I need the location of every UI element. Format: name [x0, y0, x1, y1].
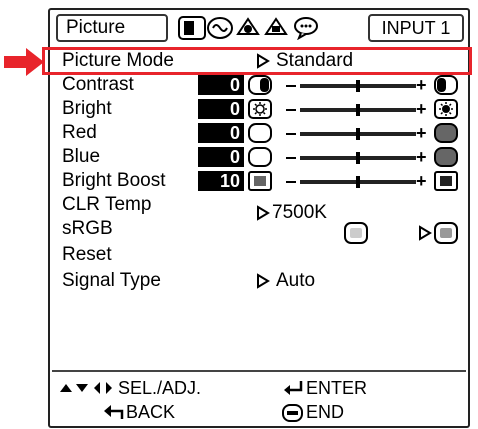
slider-plus: +	[416, 123, 427, 143]
red-slider-knob[interactable]	[356, 128, 360, 140]
input-indicator: INPUT 1	[368, 14, 464, 42]
bright-boost-value: 10	[198, 171, 244, 191]
bright-label[interactable]: Bright	[62, 98, 112, 120]
signal-type-value[interactable]: Auto	[276, 270, 315, 292]
srgb-off-option-icon[interactable]	[344, 222, 370, 244]
blue-slider-knob[interactable]	[356, 152, 360, 164]
sel-adj-hint: SEL./ADJ.	[118, 378, 202, 398]
footer-divider	[52, 370, 466, 372]
language-tab-icon[interactable]	[292, 16, 320, 40]
brightness-low-icon	[248, 99, 272, 119]
pointer-arrow-icon	[4, 48, 44, 76]
enter-icon	[284, 381, 303, 395]
slider-plus: +	[416, 147, 427, 167]
contrast-value: 0	[198, 75, 244, 95]
picture-mode-label[interactable]: Picture Mode	[62, 50, 174, 72]
brightness-high-icon	[434, 99, 458, 119]
blue-value: 0	[198, 147, 244, 167]
slider-minus	[286, 109, 296, 111]
slider-plus: +	[416, 99, 427, 119]
end-hint: END	[306, 402, 345, 422]
back-icon	[104, 405, 124, 419]
blue-label[interactable]: Blue	[62, 146, 100, 168]
slider-plus: +	[416, 171, 427, 191]
bright-boost-high-icon	[434, 171, 458, 191]
slider-minus	[286, 133, 296, 135]
slider-minus	[286, 181, 296, 183]
bright-boost-label[interactable]: Bright Boost	[62, 170, 166, 192]
contrast-label[interactable]: Contrast	[62, 74, 134, 96]
direction-arrows-icon	[60, 382, 112, 394]
red-value: 0	[198, 123, 244, 143]
srgb-on-option-icon[interactable]	[434, 222, 460, 244]
arrow-right-icon	[419, 225, 432, 241]
reset-label[interactable]: Reset	[62, 244, 112, 266]
signal-type-label[interactable]: Signal Type	[62, 270, 161, 292]
arrow-right-icon	[257, 205, 270, 221]
red-high-icon	[434, 123, 458, 143]
contrast-slider-knob[interactable]	[356, 80, 360, 92]
slider-minus	[286, 157, 296, 159]
blue-high-icon	[434, 147, 458, 167]
audio-tab-icon[interactable]	[206, 16, 234, 40]
srgb-label[interactable]: sRGB	[62, 218, 113, 240]
picture-mode-value[interactable]: Standard	[276, 50, 353, 72]
arrow-right-icon	[257, 273, 270, 289]
enter-hint: ENTER	[306, 378, 368, 398]
picture-tab-icon[interactable]	[178, 16, 206, 40]
contrast-high-icon	[434, 75, 458, 95]
slider-minus	[286, 85, 296, 87]
clr-temp-label[interactable]: CLR Temp	[62, 194, 151, 216]
options-tab-icon[interactable]	[262, 16, 290, 40]
bright-value: 0	[198, 99, 244, 119]
clr-temp-value[interactable]: 7500K	[272, 202, 327, 224]
end-icon	[282, 404, 303, 422]
menu-tab-picture[interactable]: Picture	[56, 14, 168, 42]
bright-boost-slider-knob[interactable]	[356, 176, 360, 188]
back-hint: BACK	[126, 402, 176, 422]
bright-slider-knob[interactable]	[356, 104, 360, 116]
red-low-icon	[248, 123, 272, 143]
contrast-low-icon	[248, 75, 272, 95]
bright-boost-low-icon	[248, 171, 272, 191]
setup-tab-icon[interactable]	[234, 16, 262, 40]
arrow-right-icon	[257, 53, 270, 69]
red-label[interactable]: Red	[62, 122, 97, 144]
slider-plus: +	[416, 75, 427, 95]
blue-low-icon	[248, 147, 272, 167]
